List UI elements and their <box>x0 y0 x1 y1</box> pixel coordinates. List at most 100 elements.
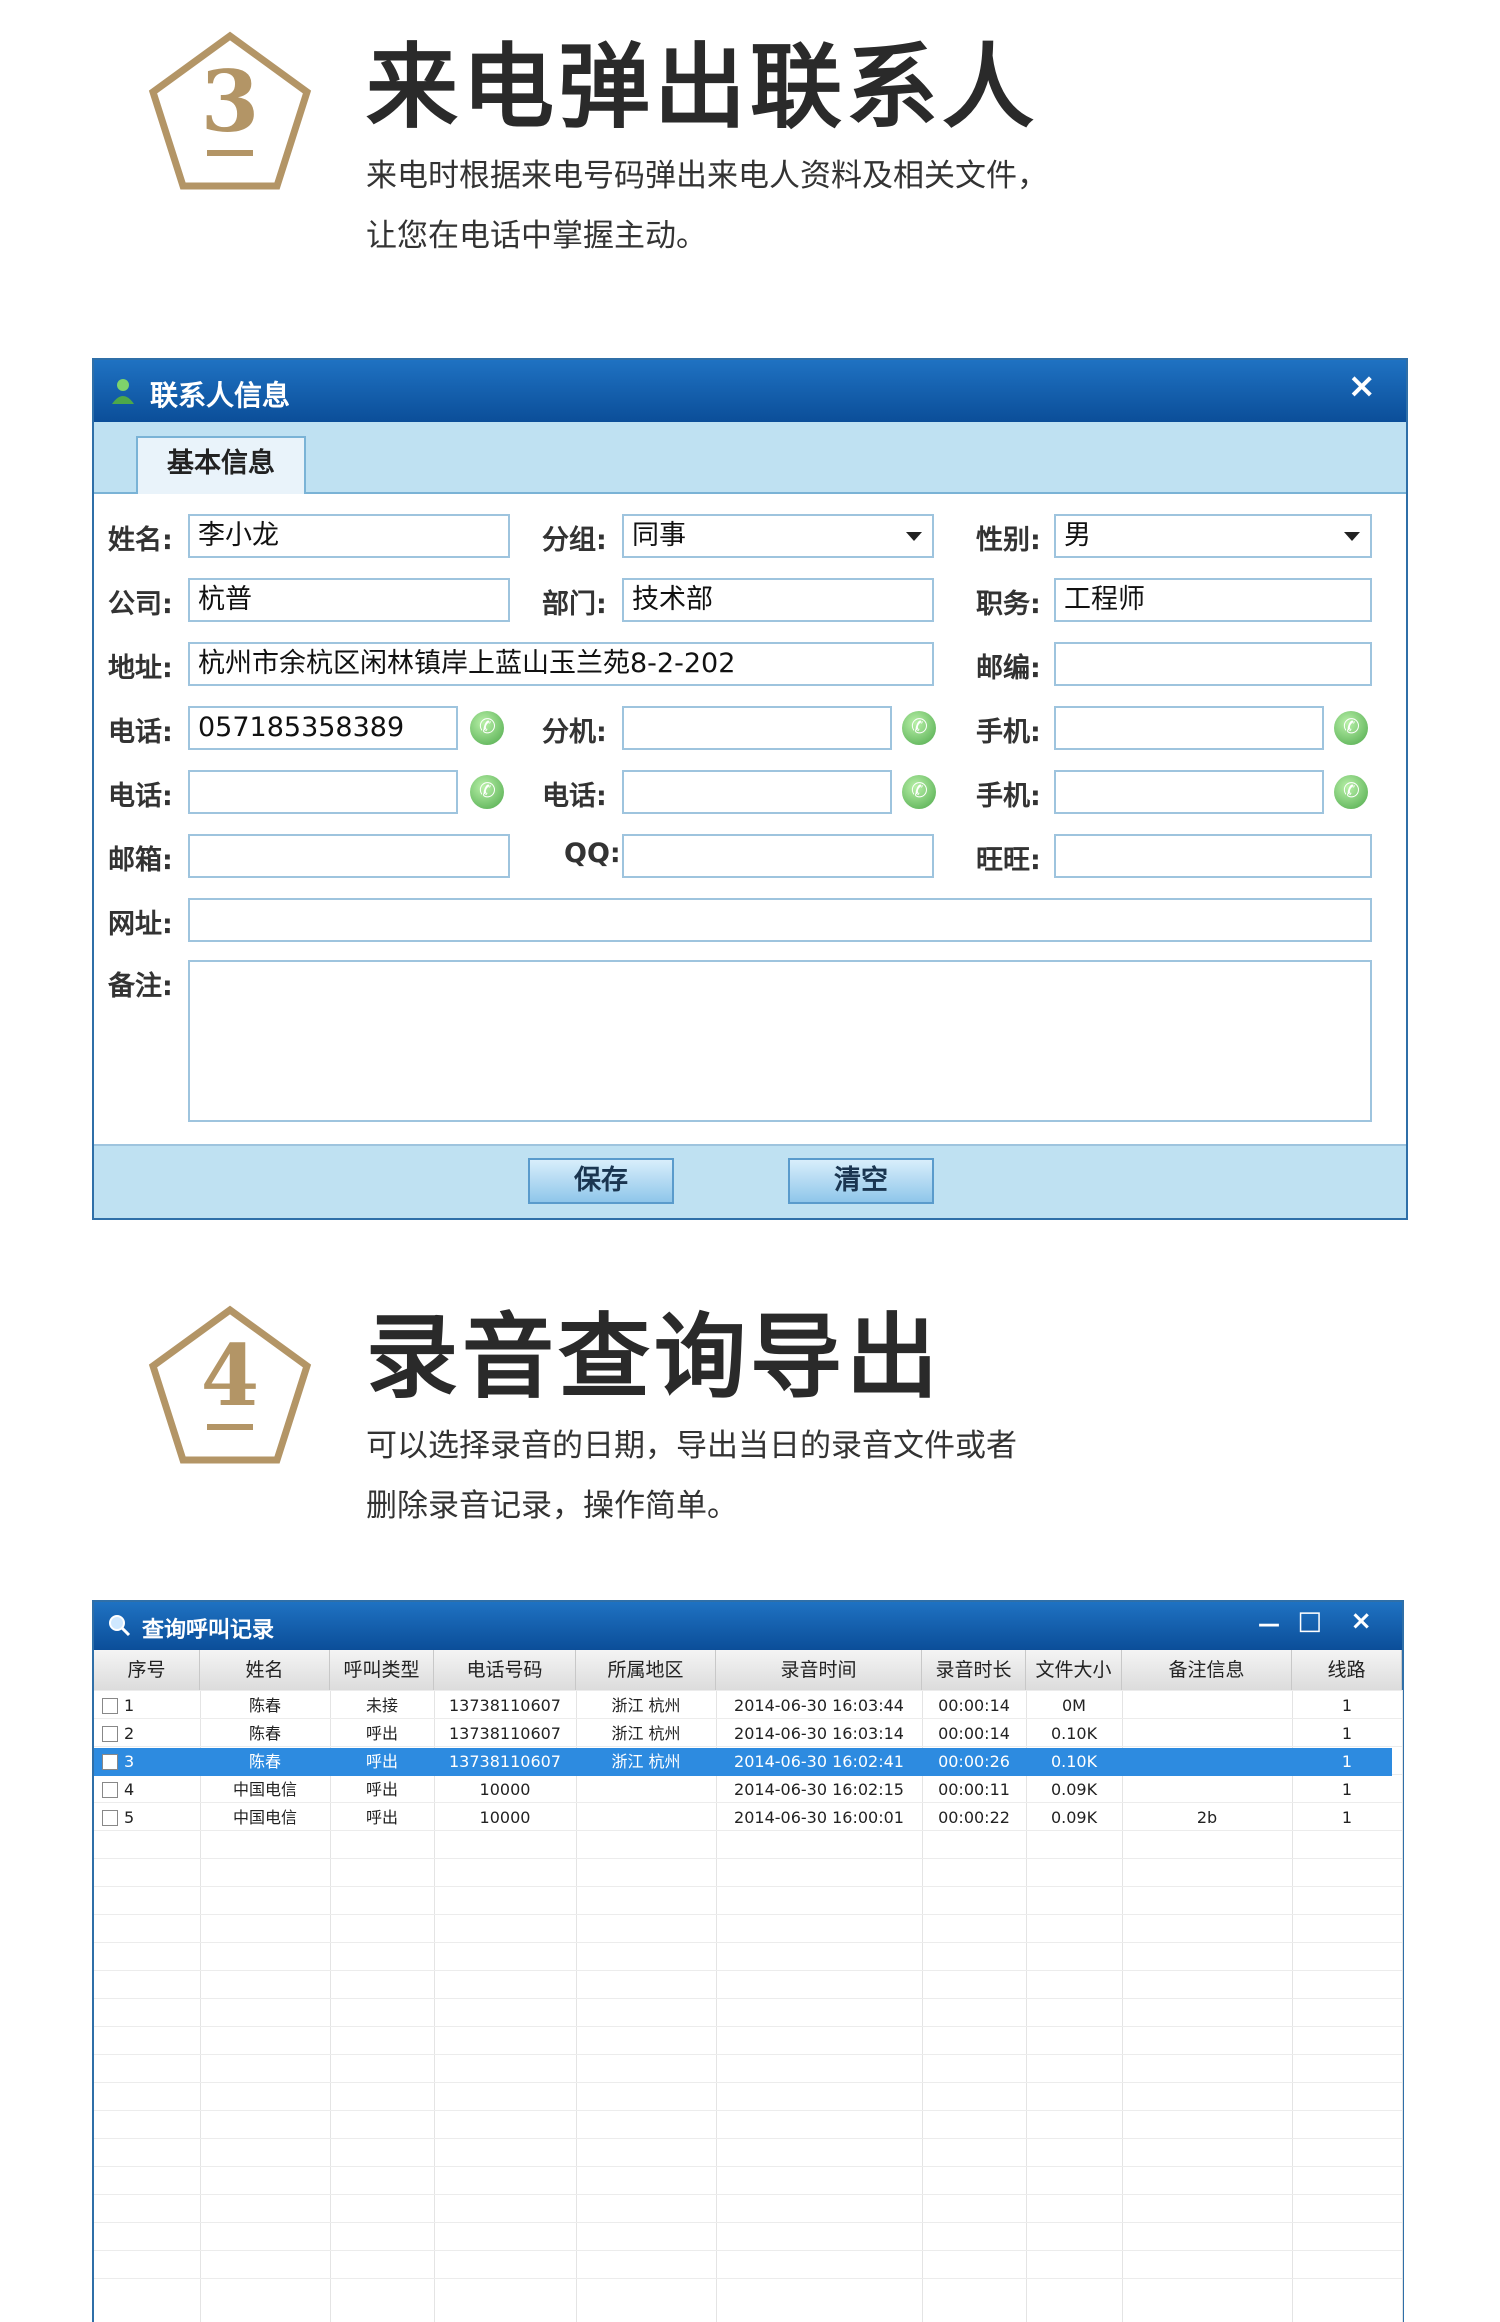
mobile1-field[interactable] <box>1054 706 1324 750</box>
wangwang-field[interactable] <box>1054 834 1372 878</box>
dept-field[interactable]: 技术部 <box>622 578 934 622</box>
close-icon[interactable]: × <box>1348 366 1377 406</box>
column-header-line[interactable]: 线路 <box>1292 1650 1402 1690</box>
cell-no: 4 <box>124 1780 135 1799</box>
grid-row-line <box>94 2110 1402 2111</box>
phone2-field[interactable] <box>188 770 458 814</box>
cell-type: 呼出 <box>365 1752 398 1771</box>
cell-size: 0.10K <box>1050 1752 1098 1771</box>
section-desc-line1: 可以选择录音的日期，导出当日的录音文件或者 <box>366 1428 1017 1464</box>
row-checkbox[interactable] <box>102 1726 118 1742</box>
company-field[interactable]: 杭普 <box>188 578 510 622</box>
address-field[interactable]: 杭州市余杭区闲林镇岸上蓝山玉兰苑8-2-202 <box>188 642 934 686</box>
badge-underline <box>207 150 253 156</box>
call-phone-icon[interactable]: ✆ <box>1334 711 1368 745</box>
title-bar: 查询呼叫记录 － □ × <box>94 1602 1402 1650</box>
column-header-duration[interactable]: 录音时长 <box>922 1650 1026 1690</box>
grid-row-line <box>94 2026 1402 2027</box>
ext-label: 分机: <box>542 717 607 748</box>
close-icon[interactable]: × <box>1350 1606 1372 1636</box>
phone3-field[interactable] <box>622 770 892 814</box>
records-grid: 序号 姓名 呼叫类型 电话号码 所属地区 录音时间 录音时长 文件大小 备注信息 线路 1 陈春 未接… <box>94 1650 1403 2322</box>
row-checkbox[interactable] <box>102 1754 118 1770</box>
note-label: 备注: <box>108 971 173 1002</box>
clear-button[interactable]: 清空 <box>788 1158 934 1204</box>
call-phone-icon[interactable]: ✆ <box>470 775 504 809</box>
grid-row-line <box>94 2138 1402 2139</box>
cell-note <box>1122 1776 1292 1804</box>
mobile2-field[interactable] <box>1054 770 1324 814</box>
cell-time: 2014-06-30 16:02:15 <box>734 1780 904 1799</box>
minimize-icon[interactable]: － <box>1256 1606 1282 1643</box>
call-phone-icon[interactable]: ✆ <box>1334 775 1368 809</box>
cell-duration: 00:00:11 <box>938 1780 1010 1799</box>
row-checkbox[interactable] <box>102 1810 118 1826</box>
cell-phone: 13738110607 <box>449 1724 561 1743</box>
table-row[interactable]: 4 中国电信 呼出 10000 2014-06-30 16:02:15 00:00:11 0… <box>94 1776 1402 1804</box>
column-header-region[interactable]: 所属地区 <box>576 1650 716 1690</box>
phone3-label: 电话: <box>542 781 607 812</box>
company-label: 公司: <box>108 589 173 620</box>
grid-row-line <box>94 1998 1402 1999</box>
tab-basic-info[interactable]: 基本信息 <box>136 436 306 494</box>
column-header-note[interactable]: 备注信息 <box>1122 1650 1292 1690</box>
group-select[interactable]: 同事 <box>622 514 934 558</box>
cell-size: 0.10K <box>1050 1724 1098 1743</box>
gender-value: 男 <box>1064 520 1091 551</box>
call-phone-icon[interactable]: ✆ <box>470 711 504 745</box>
cell-duration: 00:00:26 <box>938 1752 1010 1771</box>
badge-number: 4 <box>200 1326 260 1425</box>
dept-label: 部门: <box>542 589 607 620</box>
cell-region <box>576 1804 716 1832</box>
section-title: 录音查询导出 <box>366 1304 943 1411</box>
cell-no: 1 <box>124 1696 135 1715</box>
position-label: 职务: <box>976 589 1041 620</box>
call-phone-icon[interactable]: ✆ <box>902 711 936 745</box>
cell-time: 2014-06-30 16:02:41 <box>734 1752 904 1771</box>
title-bar: 联系人信息 × <box>94 360 1406 422</box>
column-header-phone[interactable]: 电话号码 <box>434 1650 576 1690</box>
group-label: 分组: <box>542 525 607 556</box>
section-title: 来电弹出联系人 <box>366 34 1039 141</box>
cell-duration: 00:00:14 <box>938 1696 1010 1715</box>
cell-region <box>576 1776 716 1804</box>
website-field[interactable] <box>188 898 1372 942</box>
column-header-name[interactable]: 姓名 <box>200 1650 330 1690</box>
column-header-type[interactable]: 呼叫类型 <box>330 1650 434 1690</box>
note-textarea[interactable] <box>188 960 1372 1122</box>
call-phone-icon[interactable]: ✆ <box>902 775 936 809</box>
cell-type: 未接 <box>365 1696 398 1715</box>
table-row[interactable]: 5 中国电信 呼出 10000 2014-06-30 16:00:01 00:00:22 0… <box>94 1804 1402 1832</box>
row-checkbox[interactable] <box>102 1698 118 1714</box>
cell-duration: 00:00:22 <box>938 1808 1010 1827</box>
column-header-no[interactable]: 序号 <box>94 1650 200 1690</box>
grid-row-line <box>94 2166 1402 2167</box>
email-field[interactable] <box>188 834 510 878</box>
maximize-icon[interactable]: □ <box>1297 1606 1322 1636</box>
save-button[interactable]: 保存 <box>528 1158 674 1204</box>
table-row[interactable]: 3 陈春 呼出 13738110607 浙江 杭州 2014-06-30 16:02:41… <box>94 1748 1392 1776</box>
gender-select[interactable]: 男 <box>1054 514 1372 558</box>
name-field[interactable]: 李小龙 <box>188 514 510 558</box>
cell-time: 2014-06-30 16:00:01 <box>734 1808 904 1827</box>
contact-form: 姓名: 李小龙 分组: 同事 性别: 男 公司: 杭普 部门: 技术部 职务: … <box>94 494 1406 1194</box>
column-header-time[interactable]: 录音时间 <box>716 1650 922 1690</box>
column-header-size[interactable]: 文件大小 <box>1026 1650 1122 1690</box>
table-row[interactable]: 1 陈春 未接 13738110607 浙江 杭州 2014-06-30 16:03:44… <box>94 1692 1402 1720</box>
email-label: 邮箱: <box>108 845 173 876</box>
grid-header: 序号 姓名 呼叫类型 电话号码 所属地区 录音时间 录音时长 文件大小 备注信息 线路 <box>94 1650 1402 1691</box>
wangwang-label: 旺旺: <box>976 845 1041 876</box>
mobile2-label: 手机: <box>976 781 1041 812</box>
position-field[interactable]: 工程师 <box>1054 578 1372 622</box>
cell-name: 陈春 <box>248 1696 281 1715</box>
gender-label: 性别: <box>976 525 1041 556</box>
section-4-header: 4 录音查询导出 可以选择录音的日期，导出当日的录音文件或者 删除录音记录，操作… <box>0 1302 1500 1542</box>
table-row[interactable]: 2 陈春 呼出 13738110607 浙江 杭州 2014-06-30 16:03:14… <box>94 1720 1402 1748</box>
row-checkbox[interactable] <box>102 1782 118 1798</box>
phone1-field[interactable]: 057185358389 <box>188 706 458 750</box>
grid-row-line <box>94 1914 1402 1915</box>
ext-field[interactable] <box>622 706 892 750</box>
cell-name: 中国电信 <box>232 1780 297 1799</box>
zip-field[interactable] <box>1054 642 1372 686</box>
qq-field[interactable] <box>622 834 934 878</box>
